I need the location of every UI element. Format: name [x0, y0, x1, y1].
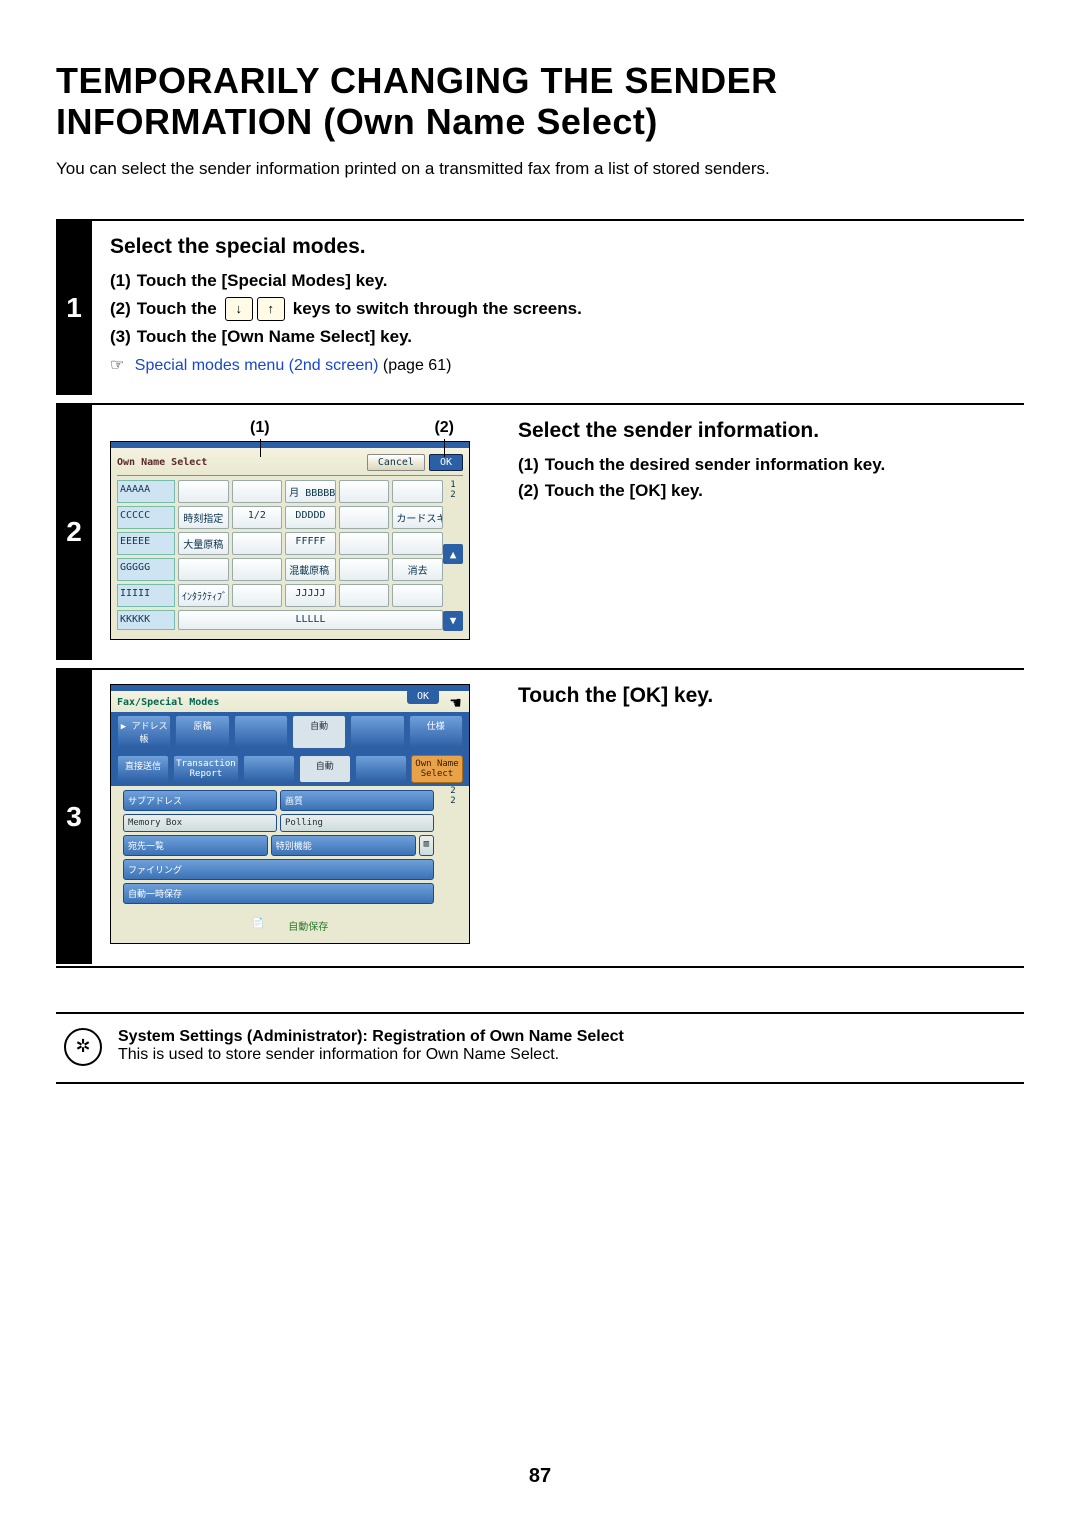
- step-1-crossref: ☞ Special modes menu (2nd screen) (page …: [110, 355, 1016, 375]
- list-item[interactable]: AAAAA: [117, 480, 175, 503]
- step-1-number: 1: [56, 221, 92, 395]
- tab[interactable]: [355, 755, 407, 783]
- step-1-heading: Select the special modes.: [110, 235, 1016, 259]
- tab[interactable]: 直接送信: [117, 755, 169, 783]
- pointer-icon: ☞: [110, 357, 124, 374]
- tab[interactable]: [234, 715, 288, 749]
- tab[interactable]: ▶ アドレス帳: [117, 715, 171, 749]
- note-body: This is used to store sender information…: [118, 1046, 624, 1064]
- step-2-number: 2: [56, 405, 92, 660]
- callout-2: (2): [434, 419, 454, 437]
- step-1-item-3: (3) Touch the [Own Name Select] key.: [110, 327, 1016, 347]
- page-number: 87: [0, 1465, 1080, 1488]
- tab[interactable]: [350, 715, 404, 749]
- tab[interactable]: 仕様: [409, 715, 463, 749]
- arrow-down-key-icon: ↓: [225, 297, 253, 321]
- ok-button[interactable]: OK: [429, 454, 463, 471]
- document-icon: 📄: [252, 918, 264, 933]
- step-2: 2 (1) (2) Own Name Select Cancel OK: [56, 403, 1024, 660]
- gear-settings-icon: ✲: [64, 1028, 102, 1066]
- step-3: 3 Fax/Special Modes OK ☚ ▶ ア: [56, 668, 1024, 964]
- step-1: 1 Select the special modes. (1) Touch th…: [56, 219, 1024, 395]
- list-item[interactable]: GGGGG: [117, 558, 175, 581]
- pointer-hand-icon: ☚: [450, 693, 461, 714]
- tab[interactable]: 自動: [292, 715, 346, 749]
- step-1-item-1: (1) Touch the [Special Modes] key.: [110, 271, 1016, 291]
- step-1-item-2: (2) Touch the ↓ ↑ keys to switch through…: [110, 297, 1016, 321]
- step-3-number: 3: [56, 670, 92, 964]
- special-modes-screen: Fax/Special Modes OK ☚ ▶ アドレス帳 原稿 自動 仕様: [110, 684, 470, 944]
- list-item[interactable]: CCCCC: [117, 506, 175, 529]
- callout-1: (1): [250, 419, 270, 437]
- step-3-heading: Touch the [OK] key.: [518, 684, 1016, 708]
- arrow-up-key-icon: ↑: [257, 297, 285, 321]
- step-2-item-2: (2) Touch the [OK] key.: [518, 481, 1016, 501]
- tab[interactable]: 原稿: [175, 715, 229, 749]
- tab[interactable]: Transaction Report: [173, 755, 239, 783]
- book-icon[interactable]: ▥: [419, 835, 434, 856]
- step-2-item-1: (1) Touch the desired sender information…: [518, 455, 1016, 475]
- scroll-up-button[interactable]: ▲: [443, 544, 463, 564]
- note-title: System Settings (Administrator): Registr…: [118, 1028, 624, 1046]
- intro-text: You can select the sender information pr…: [56, 159, 1024, 179]
- list-item[interactable]: KKKKK: [117, 610, 175, 630]
- scroll-down-button[interactable]: ▼: [443, 611, 463, 631]
- screen-title: Own Name Select: [117, 457, 363, 468]
- admin-note: ✲ System Settings (Administrator): Regis…: [56, 1012, 1024, 1084]
- cancel-button[interactable]: Cancel: [367, 454, 425, 471]
- own-name-select-tab[interactable]: Own Name Select: [411, 755, 463, 783]
- own-name-select-screen: Own Name Select Cancel OK AAAAA月 BBBBB C…: [110, 441, 470, 640]
- tab[interactable]: 自動: [299, 755, 351, 783]
- special-modes-link[interactable]: Special modes menu (2nd screen): [135, 357, 379, 374]
- list-item[interactable]: IIIII: [117, 584, 175, 607]
- page-title: TEMPORARILY CHANGING THE SENDER INFORMAT…: [56, 60, 1024, 143]
- ok-button[interactable]: OK: [407, 689, 439, 704]
- step-2-heading: Select the sender information.: [518, 419, 1016, 443]
- tab[interactable]: [243, 755, 295, 783]
- list-item[interactable]: EEEEE: [117, 532, 175, 555]
